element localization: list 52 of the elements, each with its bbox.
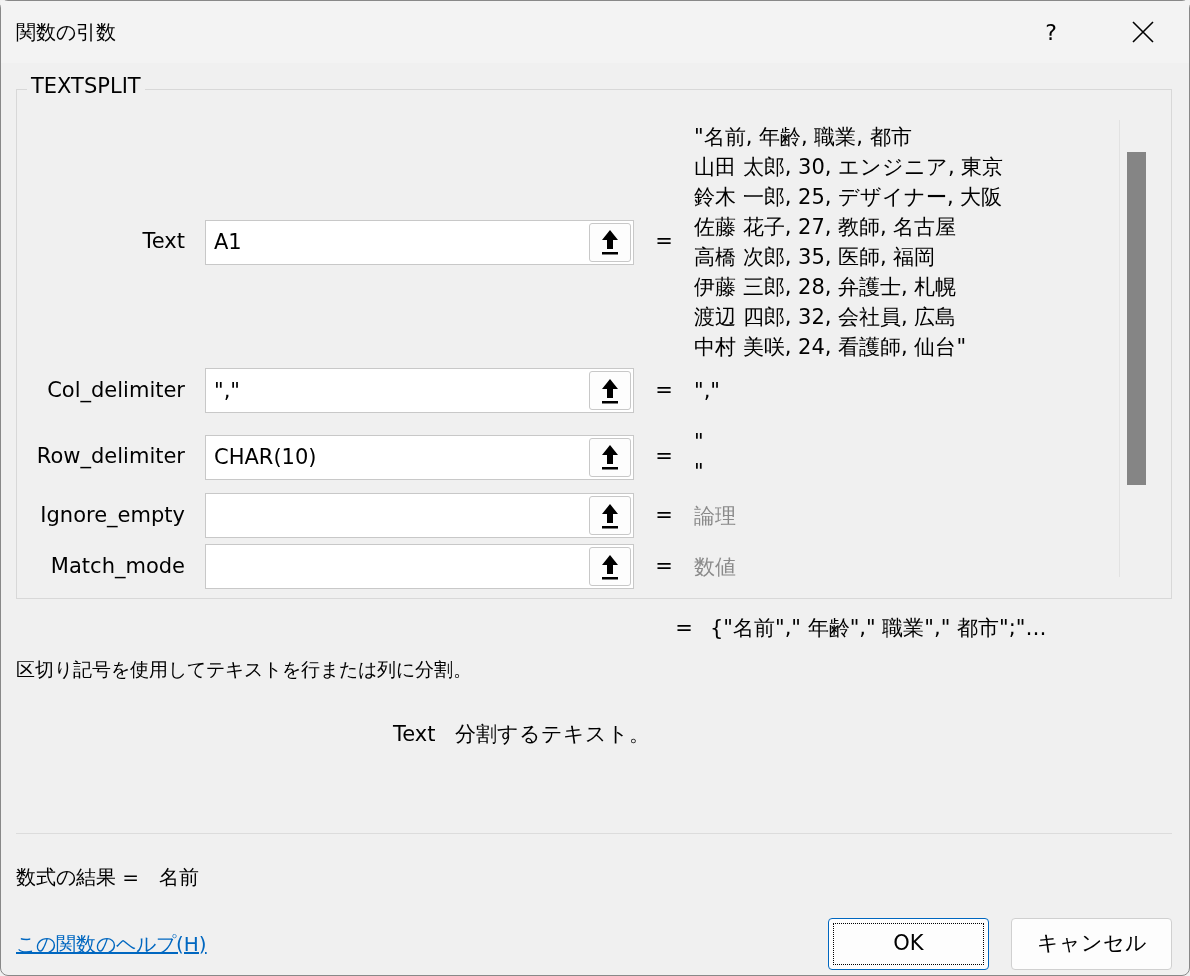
equals-sign: = <box>654 376 674 404</box>
ok-button[interactable]: OK <box>828 917 989 970</box>
argument-label: Col_delimiter <box>46 376 186 405</box>
argument-field[interactable]: "," <box>205 368 634 413</box>
equals-sign: = <box>654 228 674 256</box>
up-arrow-icon <box>600 553 620 580</box>
argument-label: Match_mode <box>49 552 186 581</box>
argument-value: 鈴木 一郎, 25, デザイナー, 大阪 <box>694 184 1004 211</box>
argument-type-hint: 論理 <box>694 502 736 530</box>
argument-label: Row_delimiter <box>35 443 186 471</box>
argument-value: 渡辺 四郎, 32, 会社員, 広島 <box>694 304 958 331</box>
collapse-button[interactable] <box>589 222 631 262</box>
function-result-value: {"名前"," 年齢"," 職業"," 都市";"… <box>710 615 1047 642</box>
equals-sign: = <box>674 615 694 642</box>
argument-label: Ignore_empty <box>39 501 186 530</box>
argument-field[interactable] <box>205 544 634 589</box>
close-icon <box>1132 21 1154 43</box>
argument-value: 山田 太郎, 30, エンジニア, 東京 <box>694 154 1004 181</box>
equals-sign: = <box>654 501 674 529</box>
argument-type-hint: 数値 <box>694 553 736 581</box>
up-arrow-icon <box>600 229 620 255</box>
argument-value: "," <box>694 377 720 405</box>
up-arrow-icon <box>600 377 620 404</box>
help-link[interactable]: この関数のヘルプ(H) <box>16 928 806 959</box>
argument-description: 分割するテキスト。 <box>455 721 651 748</box>
argument-value: 佐藤 花子, 27, 教師, 名古屋 <box>694 214 958 241</box>
scrollbar-thumb[interactable] <box>1127 152 1146 485</box>
collapse-button[interactable] <box>589 371 631 410</box>
collapse-button[interactable] <box>589 547 631 586</box>
argument-field[interactable]: A1 <box>205 219 634 265</box>
formula-result-value: 名前 <box>159 863 200 891</box>
argument-value: 中村 美咲, 24, 看護師, 仙台" <box>694 334 968 361</box>
argument-field[interactable] <box>205 493 634 538</box>
collapse-button[interactable] <box>589 437 631 477</box>
cancel-button[interactable]: キャンセル <box>1011 917 1172 970</box>
argument-value: 伊藤 三郎, 28, 弁護士, 札幌 <box>694 274 958 301</box>
equals-sign: = <box>654 443 674 471</box>
up-arrow-icon <box>600 444 620 470</box>
window-title: 関数の引数 <box>16 19 117 46</box>
argument-value: "名前, 年齢, 職業, 都市 <box>694 124 913 151</box>
argument-value: 高橋 次郎, 35, 医師, 福岡 <box>694 244 937 271</box>
argument-field[interactable]: CHAR(10) <box>205 434 634 480</box>
argument-label: Text <box>141 228 186 256</box>
argument-value: " <box>694 429 704 456</box>
argument-name: Text <box>393 721 436 748</box>
argument-value: " <box>694 459 704 486</box>
help-button[interactable]: ? <box>1005 1 1097 63</box>
function-description: 区切り記号を使用してテキストを行または列に分割。 <box>16 656 473 682</box>
collapse-button[interactable] <box>589 496 631 535</box>
up-arrow-icon <box>600 502 620 529</box>
equals-sign: = <box>654 552 674 580</box>
formula-result-label: 数式の結果 = <box>16 863 140 891</box>
